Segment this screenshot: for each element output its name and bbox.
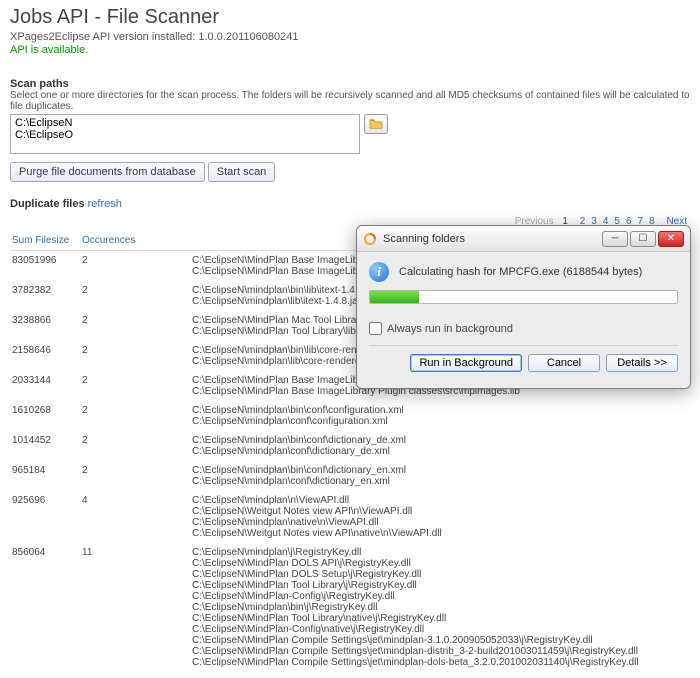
cell-occurrences: 2 — [80, 371, 160, 401]
table-row: 9651842 C:\EclipseN\mindplan\bin\conf\dic… — [10, 461, 690, 491]
always-background-checkbox[interactable] — [369, 322, 382, 335]
cell-sum: 83051996 — [10, 251, 80, 282]
scan-paths-desc: Select one or more directories for the s… — [10, 90, 690, 112]
dialog-close-button[interactable]: ✕ — [658, 231, 684, 247]
info-icon: i — [369, 262, 389, 282]
dialog-minimize-button[interactable]: ─ — [602, 231, 628, 247]
cell-sum: 2033144 — [10, 371, 80, 401]
cancel-button[interactable]: Cancel — [528, 354, 600, 372]
dialog-titlebar[interactable]: Scanning folders ─ ☐ ✕ — [357, 226, 690, 252]
col-occurrences[interactable]: Occurences — [80, 231, 160, 251]
scan-paths-input[interactable] — [10, 114, 360, 154]
scanning-dialog: Scanning folders ─ ☐ ✕ i Calculating has… — [356, 225, 691, 389]
cell-paths: C:\EclipseN\mindplan\bin\conf\configurat… — [190, 401, 690, 431]
progress-icon — [363, 232, 377, 246]
browse-folder-button[interactable] — [364, 114, 388, 134]
cell-sum: 925696 — [10, 491, 80, 543]
cell-occurrences: 4 — [80, 491, 160, 543]
api-version-label: XPages2Eclipse API version installed: 1.… — [10, 31, 690, 43]
start-scan-button[interactable]: Start scan — [208, 162, 276, 182]
cell-occurrences: 2 — [80, 401, 160, 431]
cell-paths: C:\EclipseN\mindplan\n\ViewAPI.dllC:\Ecl… — [190, 491, 690, 543]
progress-bar — [369, 290, 678, 304]
cell-sum: 1014452 — [10, 431, 80, 461]
duplicate-files-label: Duplicate files — [10, 198, 85, 210]
cell-sum: 965184 — [10, 461, 80, 491]
table-row: 10144522 C:\EclipseN\mindplan\bin\conf\di… — [10, 431, 690, 461]
dialog-message: Calculating hash for MPCFG.exe (6188544 … — [399, 266, 642, 278]
cell-occurrences: 2 — [80, 341, 160, 371]
cell-sum: 2158646 — [10, 341, 80, 371]
cell-paths: C:\EclipseN\mindplan\bin\conf\dictionary… — [190, 461, 690, 491]
cell-occurrences: 2 — [80, 431, 160, 461]
folder-icon — [369, 118, 383, 130]
dialog-maximize-button[interactable]: ☐ — [630, 231, 656, 247]
cell-paths: C:\EclipseN\mindplan\j\RegistryKey.dllC:… — [190, 543, 690, 672]
col-sum-filesize[interactable]: Sum Filesize — [10, 231, 80, 251]
dialog-title: Scanning folders — [383, 233, 602, 245]
cell-occurrences: 2 — [80, 461, 160, 491]
table-row: 16102682 C:\EclipseN\mindplan\bin\conf\co… — [10, 401, 690, 431]
always-background-label: Always run in background — [387, 323, 513, 335]
refresh-link[interactable]: refresh — [88, 198, 122, 210]
cell-sum: 1610268 — [10, 401, 80, 431]
cell-occurrences: 2 — [80, 281, 160, 311]
cell-occurrences: 2 — [80, 251, 160, 282]
cell-occurrences: 11 — [80, 543, 160, 672]
cell-paths: C:\EclipseN\mindplan\bin\conf\dictionary… — [190, 431, 690, 461]
purge-button[interactable]: Purge file documents from database — [10, 162, 205, 182]
cell-occurrences: 2 — [80, 311, 160, 341]
page-title: Jobs API - File Scanner — [10, 6, 690, 29]
cell-sum: 3238866 — [10, 311, 80, 341]
progress-fill — [370, 291, 419, 303]
details-button[interactable]: Details >> — [606, 354, 678, 372]
api-status: API is available. — [10, 44, 690, 56]
scan-paths-label: Scan paths — [10, 78, 690, 90]
table-row: 85606411C:\EclipseN\mindplan\j\RegistryK… — [10, 543, 690, 672]
cell-sum: 3782382 — [10, 281, 80, 311]
table-row: 9256964 C:\EclipseN\mindplan\n\ViewAPI.dl… — [10, 491, 690, 543]
cell-sum: 856064 — [10, 543, 80, 672]
run-in-background-button[interactable]: Run in Background — [410, 354, 522, 372]
